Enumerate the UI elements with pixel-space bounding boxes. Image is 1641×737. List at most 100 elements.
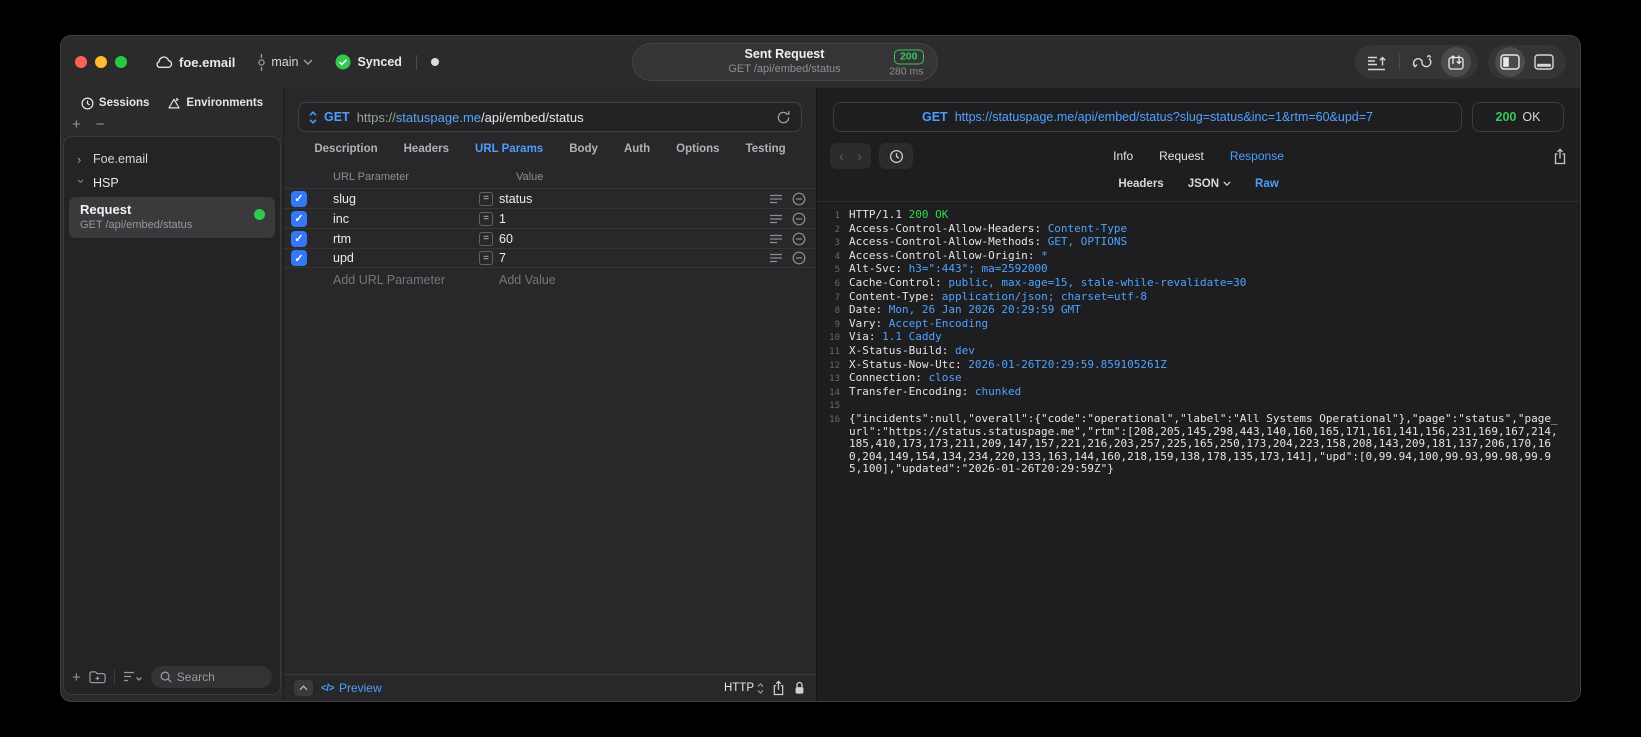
reorder-handle-icon[interactable] [769,234,783,244]
lock-icon[interactable] [793,680,806,696]
param-name-field[interactable]: rtm [333,232,479,246]
close-window-button[interactable] [75,56,87,68]
request-list-item-selected[interactable]: Request GET /api/embed/status [69,197,275,238]
project-menu[interactable]: foe.email [155,55,235,70]
add-param-value-placeholder[interactable]: Add Value [499,273,556,287]
request-url-bar[interactable]: GET https://statuspage.me/api/embed/stat… [298,102,802,132]
branch-icon [257,53,266,71]
request-editor-pane: GET https://statuspage.me/api/embed/stat… [283,88,816,701]
request-method[interactable]: GET [324,110,350,124]
mock-proxy-button[interactable] [1407,47,1437,77]
tab-options[interactable]: Options [676,143,719,155]
param-enabled-checkbox[interactable]: ✓ [291,210,307,227]
share-icon[interactable] [772,680,785,696]
search-input[interactable]: Search [150,666,272,688]
response-line: 2 Access-Control-Allow-Headers: Content-T… [817,222,1564,237]
main-content: Sessions Environments + − › Foe.email › … [61,88,1580,701]
status-code-badge: 200 [893,49,924,65]
remove-row-icon[interactable] [792,251,806,265]
success-dot [254,209,265,220]
sent-request-summary[interactable]: Sent Request GET /api/embed/status 200 2… [631,43,938,81]
tab-sessions-label: Sessions [98,97,150,109]
tab-headers[interactable]: Headers [404,143,449,155]
tab-description[interactable]: Description [314,143,377,155]
toggle-bottom-panel-button[interactable] [1529,47,1559,77]
tab-environments[interactable]: Environments [167,97,263,110]
line-number: 8 [834,306,840,317]
branch-name: main [271,55,299,69]
protocol-selector[interactable]: HTTP [724,682,764,694]
response-url-box[interactable]: GET https://statuspage.me/api/embed/stat… [833,102,1462,132]
add-session-button[interactable]: + [72,117,81,136]
remove-row-icon[interactable] [792,232,806,246]
tab-sessions[interactable]: Sessions [81,97,150,110]
remove-row-icon[interactable] [792,192,806,206]
sync-label: Synced [357,55,402,69]
minimize-window-button[interactable] [95,56,107,68]
subtab-json[interactable]: JSON [1188,178,1231,190]
fullscreen-window-button[interactable] [115,56,127,68]
param-value-field[interactable]: 1 [499,212,769,226]
request-url[interactable]: https://statuspage.me/api/embed/status [357,110,584,125]
param-name-field[interactable]: slug [333,192,479,206]
import-export-button[interactable] [1441,47,1471,77]
sort-options-button[interactable] [123,671,143,683]
tab-testing[interactable]: Testing [746,143,786,155]
icon-group-divider [1399,54,1400,70]
line-number: 9 [834,319,840,330]
tab-url-params[interactable]: URL Params [475,143,543,155]
tree-item-foe-email[interactable]: › Foe.email [64,147,280,171]
tab-response[interactable]: Response [1230,149,1284,163]
method-stepper-icon[interactable] [309,110,317,124]
remove-row-icon[interactable] [792,212,806,226]
export-code-button[interactable] [1362,47,1392,77]
tab-info[interactable]: Info [1113,149,1133,163]
param-enabled-checkbox[interactable]: ✓ [291,230,307,247]
reorder-handle-icon[interactable] [769,214,783,224]
refresh-icon[interactable] [776,110,791,125]
remove-session-button[interactable]: − [96,117,105,136]
tab-body[interactable]: Body [569,143,598,155]
param-enabled-checkbox[interactable]: ✓ [291,190,307,207]
response-line: 5 Alt-Svc: h3=":443"; ma=2592000 [817,263,1564,277]
response-raw-view[interactable]: 1 HTTP/1.1 200 OK 2 Access-Control-Allow-He… [817,201,1580,701]
sync-status[interactable]: Synced [335,54,402,70]
response-line: 13 Connection: close [817,371,1564,386]
param-enabled-checkbox[interactable]: ✓ [291,250,307,266]
back-button[interactable]: ‹ [839,149,844,164]
preview-button[interactable]: </> Preview [321,681,382,695]
titlebar-actions [1355,45,1566,79]
response-line: 12 X-Status-Now-Utc: 2026-01-26T20:29:59.… [817,358,1564,373]
column-header-value: Value [516,171,544,183]
tree-item-label: Foe.email [93,152,148,166]
subtab-headers[interactable]: Headers [1118,178,1163,190]
response-nav-bar: ‹ › Info Request Response [817,141,1580,171]
reorder-handle-icon[interactable] [769,253,783,263]
param-row: ✓ inc = 1 [284,208,816,228]
param-value-field[interactable]: status [499,192,769,206]
bottom-bar-divider [113,670,115,684]
row-actions [769,192,806,206]
toggle-console-button[interactable] [294,680,313,696]
history-button[interactable] [879,143,913,169]
param-name-field[interactable]: inc [333,212,479,226]
tree-item-hsp[interactable]: › HSP [64,171,280,195]
add-param-name-placeholder[interactable]: Add URL Parameter [333,273,499,287]
reorder-handle-icon[interactable] [769,194,783,204]
titlebar-divider [415,54,417,70]
param-value-field[interactable]: 60 [499,232,769,246]
export-response-icon[interactable] [1553,147,1567,165]
response-top-bar: GET https://statuspage.me/api/embed/stat… [833,102,1564,132]
toggle-sidebar-button[interactable] [1495,47,1525,77]
new-request-button[interactable]: + [72,669,81,686]
cloud-icon [155,55,173,69]
branch-selector[interactable]: main [257,53,313,71]
subtab-raw[interactable]: Raw [1255,178,1279,190]
new-folder-button[interactable] [89,670,106,684]
response-line: 4 Access-Control-Allow-Origin: * [817,249,1564,264]
forward-button[interactable]: › [857,149,862,164]
tab-auth[interactable]: Auth [624,143,650,155]
param-name-field[interactable]: upd [333,251,479,265]
param-value-field[interactable]: 7 [499,251,769,265]
tab-request[interactable]: Request [1159,149,1204,163]
